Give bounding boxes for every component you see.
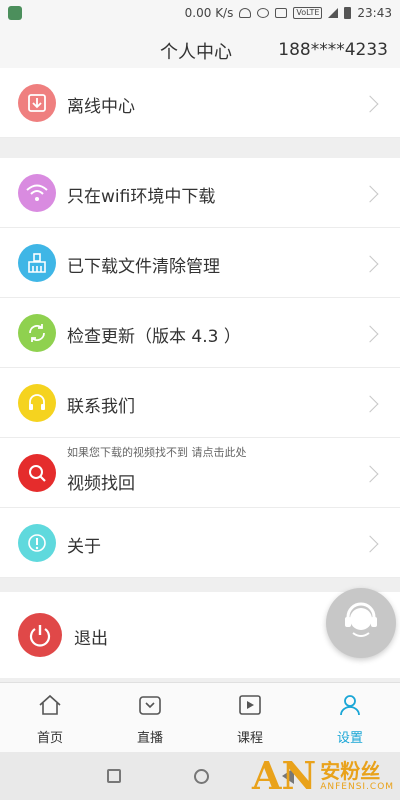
clock: 23:43 <box>357 6 392 20</box>
menu-item-check-update[interactable]: 检查更新（版本 4.3 ） <box>0 298 400 368</box>
chevron-right-icon <box>361 395 379 413</box>
chevron-right-icon <box>361 325 379 343</box>
logout-label: 退出 <box>74 629 108 649</box>
headphone-icon <box>239 8 252 18</box>
menu-item-label: 联系我们 <box>67 397 135 417</box>
recover-hint: 如果您下载的视频找不到 请点击此处 <box>67 446 247 459</box>
menu-item-about[interactable]: 关于 <box>0 508 400 578</box>
watermark-domain: ANFENSI.COM <box>320 782 395 792</box>
alarm-icon <box>257 8 270 18</box>
headset-icon <box>18 384 56 422</box>
home-icon <box>37 693 63 721</box>
signal-icon <box>328 8 339 18</box>
tab-settings[interactable]: 设置 <box>300 683 400 752</box>
watermark: AN 安粉丝 ANFENSI.COM <box>252 752 400 800</box>
menu-item-contact[interactable]: 联系我们 <box>0 368 400 438</box>
status-bar: 0.00 K/s VoLTE 23:43 <box>0 0 400 26</box>
tab-label: 设置 <box>336 731 363 746</box>
chevron-right-icon <box>361 185 379 203</box>
tv-icon <box>137 693 163 721</box>
menu-item-wifi[interactable]: 只在wifi环境中下载 <box>0 158 400 228</box>
app-notification-icon <box>8 6 22 20</box>
menu-item-video-recover[interactable]: 如果您下载的视频找不到 请点击此处 视频找回 <box>0 438 400 508</box>
chevron-right-icon <box>361 465 379 483</box>
tab-label: 直播 <box>136 731 163 746</box>
broom-icon <box>18 244 56 282</box>
search-icon <box>18 454 56 492</box>
volte-badge: VoLTE <box>293 7 323 19</box>
refresh-icon <box>18 314 56 352</box>
menu-item-label: 只在wifi环境中下载 <box>67 187 216 207</box>
person-icon <box>337 693 363 721</box>
chevron-right-icon <box>361 255 379 273</box>
wifi-icon <box>18 174 56 212</box>
watermark-text: 安粉丝 <box>320 759 381 783</box>
chevron-right-icon <box>361 95 379 113</box>
power-icon <box>18 613 62 657</box>
menu-item-offline[interactable]: 离线中心 <box>0 68 400 138</box>
page-header: 个人中心 188****4233 <box>0 26 400 74</box>
menu-item-label: 检查更新（版本 4.3 ） <box>67 327 241 347</box>
home-button[interactable] <box>193 768 209 784</box>
tab-live[interactable]: 直播 <box>100 683 200 752</box>
vibrate-icon <box>275 8 288 18</box>
tab-home[interactable]: 首页 <box>0 683 100 752</box>
bottom-tab-bar: 首页 直播 课程 设置 <box>0 682 400 752</box>
menu-item-label: 已下载文件清除管理 <box>67 257 220 277</box>
network-speed: 0.00 K/s <box>184 6 234 20</box>
customer-service-button[interactable] <box>326 588 396 658</box>
battery-icon <box>344 7 352 19</box>
info-icon <box>18 524 56 562</box>
menu-item-label: 视频找回 <box>67 474 135 494</box>
recent-apps-button[interactable] <box>106 769 121 783</box>
tab-courses[interactable]: 课程 <box>200 683 300 752</box>
watermark-logo: AN <box>252 753 317 798</box>
download-icon <box>18 84 56 122</box>
user-phone: 188****4233 <box>278 40 388 60</box>
customer-service-icon <box>339 599 383 647</box>
menu-item-clear-downloads[interactable]: 已下载文件清除管理 <box>0 228 400 298</box>
menu-item-label: 离线中心 <box>67 97 135 117</box>
tab-label: 课程 <box>236 731 263 746</box>
menu-item-label: 关于 <box>67 537 101 557</box>
play-icon <box>237 693 263 721</box>
page-title: 个人中心 <box>160 42 232 63</box>
chevron-right-icon <box>361 535 379 553</box>
tab-label: 首页 <box>36 731 63 746</box>
